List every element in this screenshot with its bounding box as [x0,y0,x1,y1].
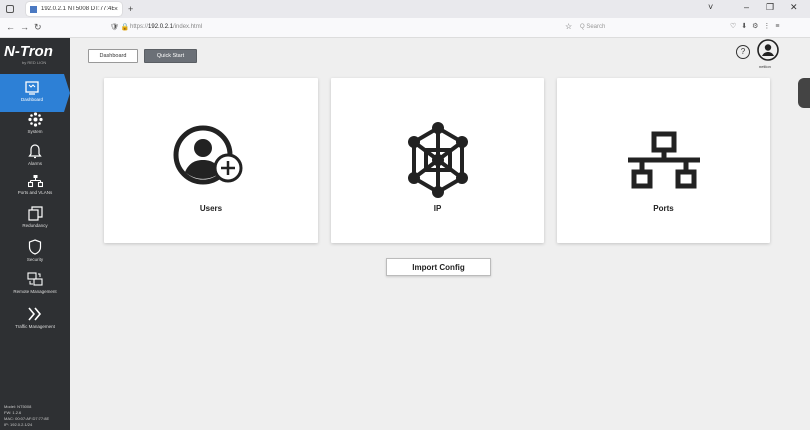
bookmark-star-icon[interactable]: ☆ [565,22,572,31]
browser-nav-bar: ← → ↻ 🛡 🔒 https://192.0.2.1/index.html ☆… [0,18,810,38]
traffic-icon [28,307,42,321]
ports-network-icon [627,131,700,189]
sidebar-item-label: Dashboard [20,97,43,102]
url-host: 192.0.2.1 [148,24,174,30]
quick-start-button[interactable]: Quick Start [144,49,197,63]
ip-network-icon [407,122,468,198]
list-tabs-icon[interactable]: ˅ [708,2,713,12]
sidebar: N-Tron by RED LION Dashboard System Alar… [0,38,70,430]
ip-card-label: IP [433,204,442,213]
back-button[interactable]: ← [6,22,15,32]
system-icon [27,112,43,127]
device-info: Model: NT5008 FW: 1.2.6 MAC: 00:07:AF:D7… [4,404,49,428]
url-bar[interactable]: https://192.0.2.1/index.html [130,24,202,30]
sidebar-item-label: System [27,129,43,134]
dashboard-button[interactable]: Dashboard [88,49,138,63]
favicon-icon [30,5,37,13]
url-prefix: https:// [130,24,149,30]
username-label: netlion [759,64,771,69]
user-avatar-icon[interactable] [757,39,779,61]
side-panel-handle[interactable] [798,78,810,108]
sidebar-item-dashboard[interactable]: Dashboard [0,74,70,112]
ip-card[interactable]: IP [331,78,544,243]
new-tab-button[interactable]: + [128,4,133,14]
browser-tab[interactable]: 192.0.2.1 NT5008 DT:77:4E × [26,2,122,16]
brand-logo-subtitle: by RED LION [22,60,47,65]
brand-logo: N-Tron [4,43,53,60]
ports-card-label: Ports [653,204,674,213]
browser-tab-bar: 192.0.2.1 NT5008 DT:77:4E × + ˅ – ❐ ✕ [0,0,810,18]
users-card[interactable]: Users [104,78,318,243]
remote-icon [27,272,43,286]
site-info-icon[interactable]: 🛡 🔒 [110,23,130,31]
user-add-icon [173,125,243,185]
restore-button[interactable]: ❐ [766,2,774,13]
shield-icon [28,239,42,255]
sidebar-item-label: Redundancy [22,223,48,228]
device-ip: IP: 192.0.2.1/24 [4,422,33,427]
forward-button[interactable]: → [20,22,29,32]
sidebar-item-traffic-management[interactable]: Traffic Management [0,304,70,342]
redundancy-icon [27,206,43,221]
sidebar-item-label: Alarms [27,161,42,166]
close-window-button[interactable]: ✕ [790,2,798,13]
sidebar-item-label: Remote Management [13,289,57,294]
url-path: /index.html [173,24,203,30]
search-input[interactable]: Q Search [580,24,605,30]
sidebar-item-label: Security [26,257,44,262]
reload-button[interactable]: ↻ [34,22,42,33]
tab-close-icon[interactable]: × [114,6,118,13]
sidebar-item-remote-management[interactable]: Remote Management [0,270,70,308]
tab-title: 192.0.2.1 NT5008 DT:77:4E [41,6,114,12]
users-card-label: Users [199,204,223,213]
sidebar-item-label: Traffic Management [15,324,55,329]
help-icon[interactable]: ? [736,45,750,59]
network-icon [27,175,43,188]
bell-icon [28,144,42,159]
import-config-button[interactable]: Import Config [386,258,491,276]
sidebar-item-label: Ports and VLANs [17,190,53,195]
ports-card[interactable]: Ports [557,78,770,243]
dashboard-icon [25,81,39,95]
minimize-button[interactable]: – [744,2,749,12]
toolbar-icons[interactable]: ♡⬇⚙⋮≡ [730,22,785,30]
window-menu-icon[interactable] [6,5,14,13]
